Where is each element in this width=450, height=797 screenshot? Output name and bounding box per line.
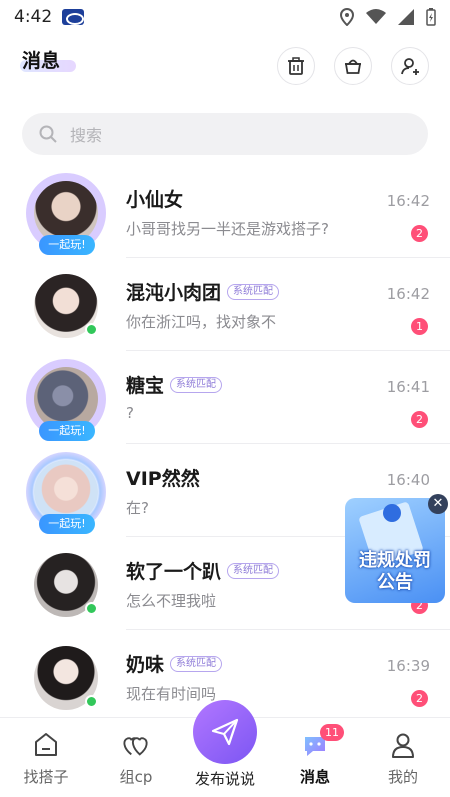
contact-name: 奶味 [126,654,165,676]
name-row: 软了一个趴 系统匹配 [126,557,280,584]
unread-badge: 2 [411,690,428,707]
notice-title-line1: 违规处罚 [359,550,431,571]
message-time: 16:42 [386,192,430,210]
clear-messages-button[interactable] [277,47,315,85]
send-icon [211,718,239,746]
unread-badge: 1 [411,318,428,335]
play-together-tag: 一起玩! [39,235,95,255]
home-icon [31,730,61,760]
contact-name: 小仙女 [126,189,184,211]
online-indicator [85,323,98,336]
message-preview: 小哥哥找另一半还是游戏搭子? [126,220,329,238]
message-time: 16:42 [386,285,430,303]
play-together-tag: 一起玩! [39,421,95,441]
avatar[interactable]: 一起玩! [26,173,106,255]
basket-icon [344,59,362,74]
contact-name: 软了一个趴 [126,561,222,583]
header: 消息 [0,40,450,96]
signal-icon [398,9,414,25]
notice-title: 违规处罚 公告 [345,550,445,594]
unread-badge: 2 [411,411,428,428]
violation-notice-banner[interactable]: 违规处罚 公告 [345,498,445,603]
hearts-icon [121,730,151,760]
online-indicator [85,602,98,615]
message-preview: ? [126,404,134,422]
search-input[interactable]: 搜索 [22,113,428,155]
name-row: 糖宝 系统匹配 [126,371,223,398]
wifi-icon [366,9,386,24]
unread-badge: 2 [411,225,428,242]
app-notification-icon [62,9,85,25]
location-icon [340,8,354,26]
list-item[interactable]: 混沌小肉团 系统匹配 16:42 你在浙江吗，找对象不 1 [0,258,450,351]
add-friend-button[interactable] [391,47,429,85]
avatar[interactable] [26,266,106,346]
shop-button[interactable] [334,47,372,85]
nav-mine[interactable]: 我的 [368,730,438,787]
system-match-tag: 系统匹配 [170,655,223,672]
name-row: 小仙女 [126,185,183,212]
nav-messages[interactable]: 11 消息 [280,724,350,787]
nav-label: 消息 [299,768,330,786]
search-icon [39,125,57,143]
message-list: 一起玩! 小仙女 16:42 小哥哥找另一半还是游戏搭子? 2 混沌小肉团 系统… [0,165,450,723]
status-bar: 4:42 [0,0,450,34]
message-preview: 现在有时间吗 [126,685,217,703]
contact-name: 混沌小肉团 [126,282,222,304]
avatar[interactable] [26,638,106,718]
messages-badge: 11 [320,724,344,741]
message-time: 16:40 [386,471,430,489]
system-match-tag: 系统匹配 [227,562,280,579]
profile-icon [388,730,418,760]
system-match-tag: 系统匹配 [170,376,223,393]
status-icons [340,8,436,26]
message-time: 16:41 [386,378,430,396]
page-title: 消息 [22,50,61,72]
list-item[interactable]: 一起玩! 小仙女 16:42 小哥哥找另一半还是游戏搭子? 2 [0,165,450,258]
nav-cp[interactable]: 组cp [101,730,171,787]
contact-name: 糖宝 [126,375,165,397]
system-match-tag: 系统匹配 [227,283,280,300]
nav-label: 我的 [387,768,418,786]
avatar[interactable]: 一起玩! [26,359,106,441]
bottom-nav: 找搭子 组cp 发布说说 11 消息 我的 [0,700,450,797]
contact-name: VIP然然 [126,468,200,490]
nav-label: 找搭子 [23,768,69,786]
list-item[interactable]: 一起玩! 糖宝 系统匹配 16:41 ? 2 [0,351,450,444]
online-indicator [85,695,98,708]
name-row: VIP然然 [126,464,200,491]
notice-close-button[interactable]: ✕ [428,494,448,514]
nav-find-partner[interactable]: 找搭子 [11,730,81,787]
name-row: 奶味 系统匹配 [126,650,223,677]
message-preview: 你在浙江吗，找对象不 [126,313,277,331]
status-time: 4:42 [14,7,53,27]
avatar[interactable] [26,545,106,625]
name-row: 混沌小肉团 系统匹配 [126,278,280,305]
trash-icon [288,57,304,75]
nav-label: 组cp [119,768,153,786]
user-add-icon [401,58,419,75]
notice-check-icon [383,504,401,522]
message-preview: 怎么不理我啦 [126,592,217,610]
message-preview: 在? [126,499,149,517]
notice-title-line2: 公告 [377,572,413,593]
play-together-tag: 一起玩! [39,514,95,534]
publish-button[interactable] [193,700,257,764]
publish-label: 发布说说 [194,770,255,788]
battery-icon [426,8,436,26]
message-time: 16:39 [386,657,430,675]
search-placeholder: 搜索 [70,126,103,145]
avatar[interactable]: 一起玩! [26,452,106,534]
